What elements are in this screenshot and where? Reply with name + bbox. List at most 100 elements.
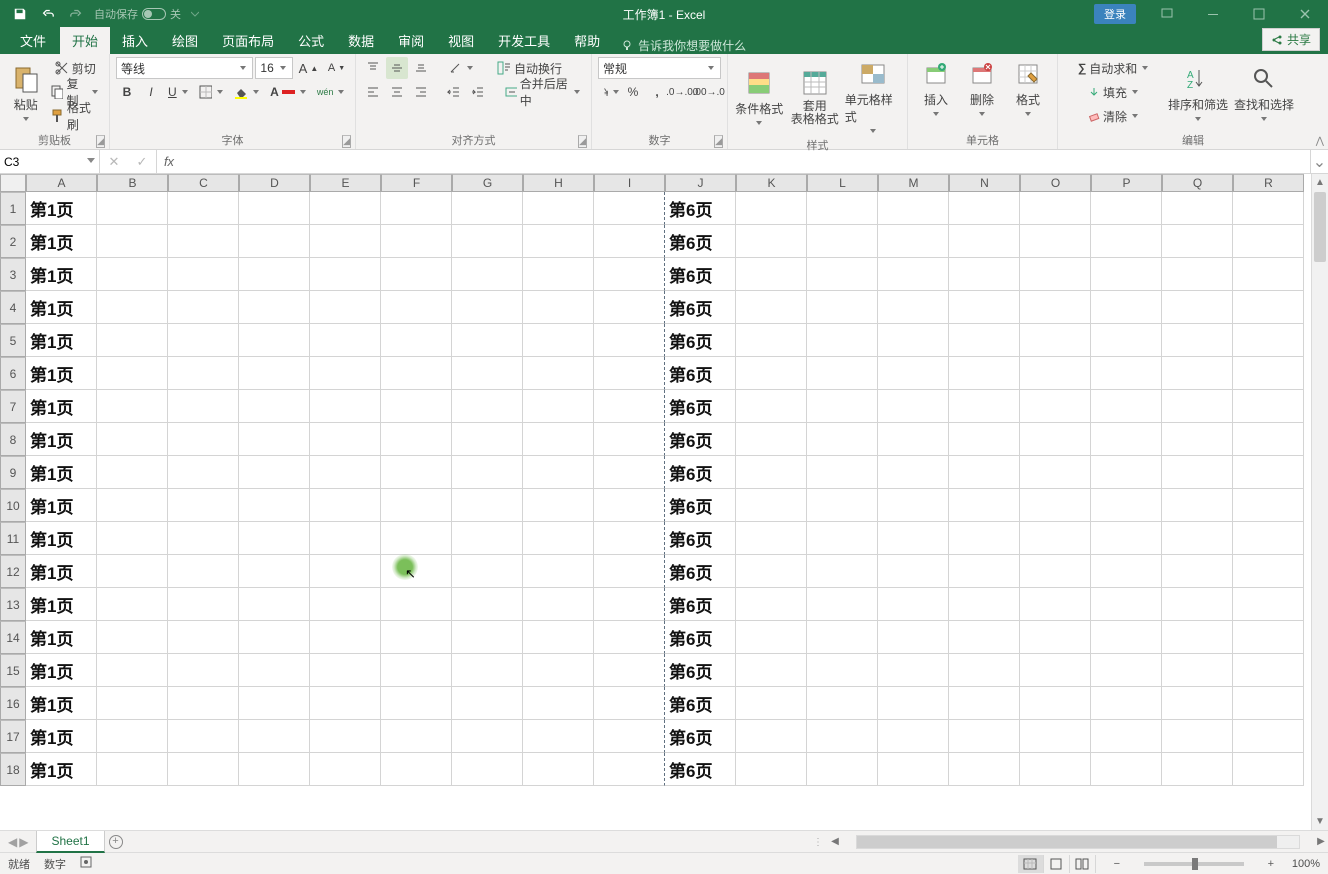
cell[interactable] <box>736 258 807 291</box>
decrease-indent-icon[interactable] <box>443 81 465 103</box>
column-header[interactable]: R <box>1233 174 1304 192</box>
cell[interactable] <box>594 225 665 258</box>
cell[interactable] <box>807 687 878 720</box>
cell[interactable] <box>807 654 878 687</box>
cell[interactable] <box>239 390 310 423</box>
select-all-corner[interactable] <box>0 174 26 192</box>
cell[interactable] <box>310 225 381 258</box>
cell[interactable] <box>878 390 949 423</box>
cell[interactable]: 第1页 <box>26 258 97 291</box>
column-header[interactable]: M <box>878 174 949 192</box>
column-header[interactable]: N <box>949 174 1020 192</box>
cell[interactable] <box>168 687 239 720</box>
cell[interactable] <box>97 720 168 753</box>
cell[interactable] <box>878 192 949 225</box>
align-left-icon[interactable] <box>362 81 384 103</box>
autosum-button[interactable]: ∑自动求和 <box>1064 57 1164 79</box>
column-header[interactable]: P <box>1091 174 1162 192</box>
sort-filter-button[interactable]: AZ 排序和筛选 <box>1166 62 1230 123</box>
cell[interactable] <box>523 357 594 390</box>
font-size-field[interactable]: 16 <box>255 57 292 79</box>
tell-me-search[interactable]: 告诉我你想要做什么 <box>612 37 746 54</box>
cell[interactable]: 第6页 <box>665 753 736 786</box>
cell[interactable] <box>310 720 381 753</box>
cell[interactable] <box>949 720 1020 753</box>
column-header[interactable]: G <box>452 174 523 192</box>
cell[interactable] <box>523 390 594 423</box>
cell[interactable] <box>452 357 523 390</box>
scroll-down-icon[interactable]: ▼ <box>1312 813 1328 830</box>
cell[interactable] <box>1233 390 1304 423</box>
cell[interactable] <box>1091 456 1162 489</box>
cell[interactable]: 第6页 <box>665 489 736 522</box>
expand-formula-bar-icon[interactable]: ⌄ <box>1310 150 1328 173</box>
cell[interactable]: 第6页 <box>665 225 736 258</box>
cell[interactable] <box>452 588 523 621</box>
cell[interactable] <box>807 588 878 621</box>
cell[interactable] <box>239 654 310 687</box>
zoom-value[interactable]: 100% <box>1292 858 1320 870</box>
cell[interactable] <box>523 423 594 456</box>
cell[interactable] <box>168 621 239 654</box>
cell[interactable] <box>523 192 594 225</box>
cell[interactable] <box>736 192 807 225</box>
cell[interactable] <box>949 621 1020 654</box>
horizontal-scrollbar[interactable] <box>856 835 1300 849</box>
name-box[interactable]: C3 <box>0 150 100 173</box>
increase-indent-icon[interactable] <box>467 81 489 103</box>
cell[interactable] <box>949 555 1020 588</box>
cell[interactable] <box>1091 621 1162 654</box>
cell[interactable]: 第1页 <box>26 456 97 489</box>
cell[interactable] <box>1162 588 1233 621</box>
row-header[interactable]: 8 <box>0 423 26 456</box>
cell[interactable] <box>878 258 949 291</box>
cell[interactable] <box>310 390 381 423</box>
cell[interactable] <box>523 489 594 522</box>
cell[interactable] <box>1091 654 1162 687</box>
merge-center-button[interactable]: 合并后居中 <box>501 81 585 103</box>
cell[interactable] <box>736 489 807 522</box>
cell[interactable]: 第1页 <box>26 522 97 555</box>
cell[interactable]: 第1页 <box>26 192 97 225</box>
cell[interactable] <box>523 225 594 258</box>
cell[interactable] <box>1233 456 1304 489</box>
cell[interactable] <box>736 324 807 357</box>
cell[interactable] <box>1020 192 1091 225</box>
cell[interactable] <box>452 192 523 225</box>
cell[interactable]: 第6页 <box>665 324 736 357</box>
cell[interactable] <box>381 753 452 786</box>
number-format-field[interactable]: 常规 <box>598 57 721 79</box>
row-header[interactable]: 15 <box>0 654 26 687</box>
cell[interactable] <box>807 489 878 522</box>
column-header[interactable]: H <box>523 174 594 192</box>
cell[interactable] <box>1091 291 1162 324</box>
cell[interactable] <box>949 456 1020 489</box>
cell[interactable]: 第1页 <box>26 654 97 687</box>
cell[interactable] <box>97 324 168 357</box>
cell[interactable] <box>168 291 239 324</box>
spreadsheet-grid[interactable]: ABCDEFGHIJKLMNOPQR1第1页第6页2第1页第6页3第1页第6页4… <box>0 174 1304 830</box>
cell[interactable] <box>168 192 239 225</box>
cell[interactable] <box>1091 225 1162 258</box>
cell[interactable] <box>1233 357 1304 390</box>
cell[interactable] <box>594 720 665 753</box>
cell[interactable] <box>452 654 523 687</box>
cell[interactable] <box>168 357 239 390</box>
cell[interactable] <box>310 687 381 720</box>
cell[interactable] <box>381 390 452 423</box>
cell[interactable] <box>1233 258 1304 291</box>
cell[interactable] <box>878 456 949 489</box>
cell[interactable] <box>523 687 594 720</box>
cell[interactable] <box>523 456 594 489</box>
cell[interactable] <box>1020 390 1091 423</box>
insert-cells-button[interactable]: 插入 <box>914 57 958 118</box>
cell[interactable] <box>1091 324 1162 357</box>
cell[interactable]: 第6页 <box>665 687 736 720</box>
cell[interactable] <box>310 654 381 687</box>
cell[interactable] <box>381 423 452 456</box>
cell[interactable] <box>97 357 168 390</box>
cell[interactable]: 第1页 <box>26 555 97 588</box>
cell[interactable] <box>807 324 878 357</box>
cell[interactable]: 第6页 <box>665 720 736 753</box>
cell[interactable] <box>523 555 594 588</box>
